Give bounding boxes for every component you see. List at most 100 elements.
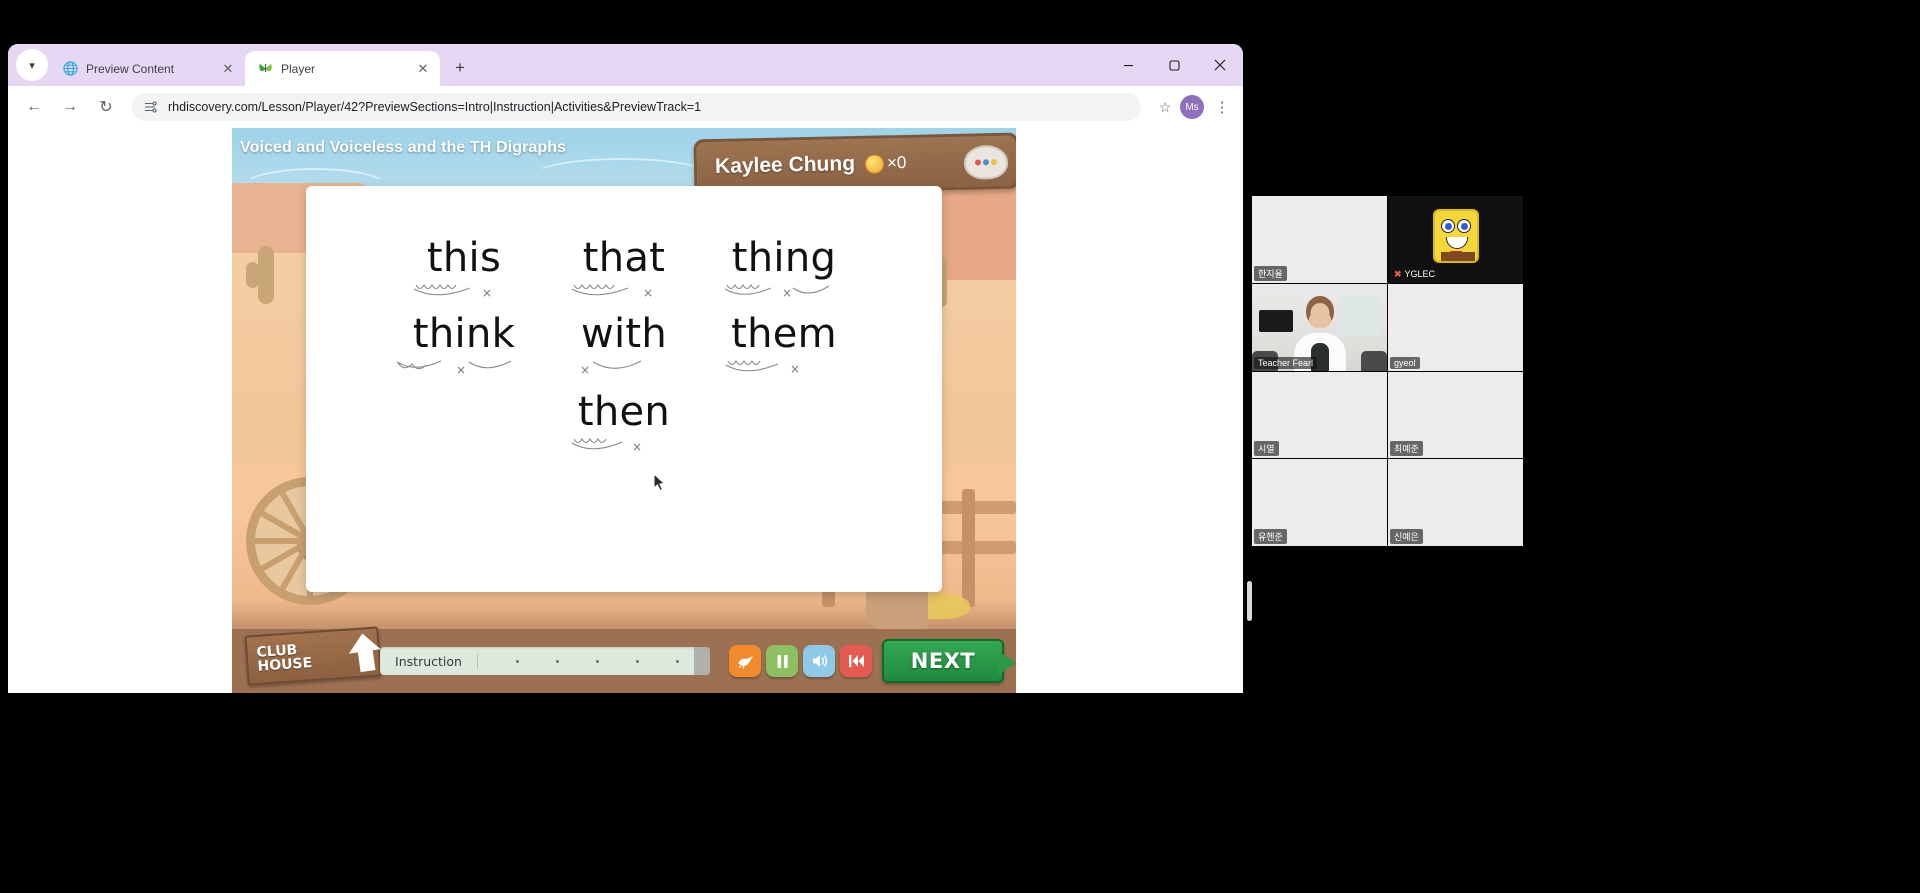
word-card: this × that × thing × think × with × the… <box>306 186 942 592</box>
word-item-them[interactable]: them × <box>704 314 864 380</box>
tv-screen <box>1259 309 1293 332</box>
participant-tile[interactable]: Teacher Fearl <box>1252 283 1387 371</box>
new-tab-button[interactable]: + <box>446 54 474 82</box>
word-item-this[interactable]: this × <box>384 238 544 304</box>
participant-tile[interactable]: 신예은 <box>1388 459 1523 546</box>
url-text: rhdiscovery.com/Lesson/Player/42?Preview… <box>168 100 702 114</box>
window-controls <box>1105 44 1243 86</box>
voiced-wave-mark <box>571 437 623 450</box>
unvoiced-x-mark: × <box>790 362 801 376</box>
overflow-menu-icon[interactable]: ⋮ <box>1209 94 1235 120</box>
profile-avatar[interactable]: Ms <box>1180 95 1204 119</box>
word-item-then[interactable]: then × <box>544 392 704 458</box>
participant-tile[interactable]: 한지율 <box>1252 196 1387 283</box>
participant-grid: 한지율 ✖ YGLEC Teacher Fearl gyeol 시열 최예준 유… <box>1247 196 1523 621</box>
paint-palette-icon[interactable] <box>963 144 1009 180</box>
word-item-think[interactable]: think × <box>384 314 544 380</box>
word-text: think <box>412 311 516 357</box>
skip-button[interactable] <box>729 645 761 677</box>
lesson-stage: Voiced and Voiceless and the TH Digraphs… <box>232 128 1016 693</box>
globe-icon <box>62 61 78 77</box>
participant-tile[interactable]: gyeol <box>1388 283 1523 371</box>
browser-window: ▾ Preview Content ✕ Player ✕ + ← → ↻ rhd… <box>8 44 1243 693</box>
section-progress-bar[interactable]: Instruction <box>380 647 710 675</box>
panel-resize-handle[interactable] <box>1247 581 1252 621</box>
word-row: this × that × thing × <box>306 238 942 304</box>
participant-tile[interactable]: ✖ YGLEC <box>1388 196 1523 283</box>
participant-tile[interactable]: 최예준 <box>1388 371 1523 459</box>
voiced-wave-mark <box>468 360 512 369</box>
lesson-control-bar: CLUB HOUSE Instruction NEXT <box>232 626 1016 693</box>
student-name: Kaylee Chung <box>714 152 856 178</box>
word-item-with[interactable]: with × <box>544 314 704 380</box>
maximize-button[interactable] <box>1151 44 1197 86</box>
cactus <box>246 262 259 288</box>
sound-button[interactable] <box>803 645 835 677</box>
omnibox[interactable]: rhdiscovery.com/Lesson/Player/42?Preview… <box>132 93 1141 121</box>
participant-name: 시열 <box>1254 441 1279 457</box>
unvoiced-x-mark: × <box>580 363 591 377</box>
tab-search-chevron-down-icon[interactable]: ▾ <box>16 49 48 81</box>
couch <box>1361 350 1387 371</box>
spongebob-avatar-icon <box>1432 208 1479 263</box>
word-text: them <box>731 311 837 357</box>
page-viewport: Voiced and Voiceless and the TH Digraphs… <box>8 128 1243 693</box>
voiced-wave-mark <box>725 359 779 372</box>
word-marks: × <box>384 282 544 304</box>
video-conference-panel: 한지율 ✖ YGLEC Teacher Fearl gyeol 시열 최예준 유… <box>1247 0 1920 893</box>
word-marks: × <box>544 358 704 380</box>
tab-title: Preview Content <box>86 61 175 76</box>
back-arrow-icon[interactable]: ← <box>19 92 49 122</box>
navigation-bar: ← → ↻ rhdiscovery.com/Lesson/Player/42?P… <box>8 86 1243 128</box>
next-button[interactable]: NEXT <box>882 639 1016 683</box>
participant-name: Teacher Fearl <box>1254 356 1318 369</box>
close-icon[interactable]: ✕ <box>414 60 432 78</box>
voiced-wave-mark <box>571 283 629 296</box>
tab-preview-content[interactable]: Preview Content ✕ <box>50 51 245 86</box>
whiteboard <box>1339 295 1381 336</box>
word-item-thing[interactable]: thing × <box>704 238 864 304</box>
section-label: Instruction <box>380 653 478 669</box>
participant-name: gyeol <box>1390 356 1420 369</box>
next-button-label: NEXT <box>910 649 976 673</box>
word-marks: × <box>544 436 704 458</box>
word-text: thing <box>731 235 837 281</box>
word-marks: × <box>704 282 864 304</box>
site-settings-icon[interactable] <box>142 98 160 116</box>
voiced-wave-mark <box>413 283 471 296</box>
butterfly-icon <box>257 61 273 77</box>
word-text: then <box>577 389 671 435</box>
coin-icon <box>864 153 885 174</box>
clubhouse-button[interactable]: CLUB HOUSE <box>244 626 382 687</box>
tab-strip: ▾ Preview Content ✕ Player ✕ + <box>8 44 1243 86</box>
unvoiced-x-mark: × <box>456 363 467 377</box>
word-row: think × with × them × <box>306 314 942 380</box>
reload-icon[interactable]: ↻ <box>91 92 121 122</box>
unvoiced-x-mark: × <box>482 286 493 300</box>
close-icon[interactable]: ✕ <box>219 60 237 78</box>
tab-title: Player <box>281 61 316 76</box>
participant-tile[interactable]: 유헨준 <box>1252 459 1387 546</box>
word-marks: × <box>704 358 864 380</box>
right-arrow-icon <box>998 651 1016 675</box>
unvoiced-x-mark: × <box>782 286 793 300</box>
word-item-that[interactable]: that × <box>544 238 704 304</box>
tab-player[interactable]: Player ✕ <box>245 51 440 86</box>
close-icon[interactable] <box>1197 44 1243 86</box>
coin-count: ×0 <box>886 152 907 173</box>
voiced-wave-mark <box>396 360 442 370</box>
person-hands <box>1308 311 1331 328</box>
participant-name: 최예준 <box>1390 441 1423 457</box>
word-row: then × <box>306 392 942 458</box>
forward-arrow-icon[interactable]: → <box>55 92 85 122</box>
pause-button[interactable] <box>766 645 798 677</box>
participant-tile[interactable]: 시열 <box>1252 371 1387 459</box>
voiced-wave-mark <box>792 285 830 294</box>
progress-end-cap <box>694 647 710 675</box>
progress-track[interactable] <box>478 647 710 675</box>
minimize-button[interactable] <box>1105 44 1151 86</box>
rewind-button[interactable] <box>840 645 872 677</box>
bookmark-star-icon[interactable]: ☆ <box>1155 97 1175 117</box>
participant-name: 신예은 <box>1390 529 1423 544</box>
unvoiced-x-mark: × <box>632 440 643 454</box>
